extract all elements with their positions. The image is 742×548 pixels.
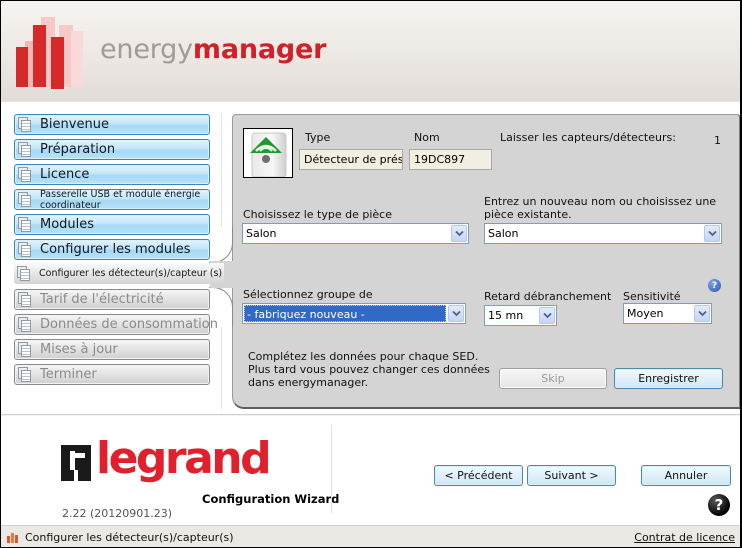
delay-value: 15 mn <box>488 309 524 322</box>
document-stack-icon <box>18 291 32 308</box>
sidebar-step-label: Passerelle USB et module énergie coordin… <box>40 188 201 211</box>
panel-tab-curve <box>209 227 233 263</box>
document-stack-icon <box>18 341 32 358</box>
sensitivity-label: Sensitivité <box>623 290 681 303</box>
save-button[interactable]: Enregistrer <box>614 368 723 389</box>
sidebar-step-label: Licence <box>40 167 90 182</box>
sidebar-step-label: Mises à jour <box>40 342 118 357</box>
type-field[interactable]: Détecteur de présen <box>299 149 403 170</box>
room-type-value: Salon <box>246 227 277 240</box>
sidebar-step-label: Configurer les modules <box>40 242 191 257</box>
next-button[interactable]: Suivant > <box>527 465 616 486</box>
sidebar-step-5[interactable]: Modules <box>14 214 210 235</box>
cancel-button[interactable]: Annuler <box>641 465 731 486</box>
sidebar-step-label: Tarif de l'électricité <box>40 292 164 307</box>
document-stack-icon <box>18 316 32 333</box>
room-name-value: Salon <box>488 227 519 240</box>
app-header: energymanager <box>1 1 740 101</box>
sidebar-step-label: Préparation <box>40 142 116 157</box>
help-icon[interactable]: ? <box>708 279 721 292</box>
sidebar-step-11[interactable]: Terminer <box>14 364 210 385</box>
room-name-combobox[interactable]: Salon <box>484 223 722 244</box>
sidebar-step-label: Terminer <box>40 367 97 382</box>
sensitivity-value: Moyen <box>627 307 664 320</box>
header-separator <box>1 101 740 111</box>
status-bar: Configurer les détecteur(s)/capteur(s) C… <box>1 525 740 547</box>
info-text-line1: Complétez les données pour chaque SED. <box>248 350 479 363</box>
document-stack-icon <box>18 216 32 233</box>
energymanager-small-icon <box>7 533 18 543</box>
sidebar-step-3[interactable]: Licence <box>14 164 210 185</box>
chevron-down-icon[interactable] <box>539 307 555 324</box>
chevron-down-icon[interactable] <box>451 225 467 242</box>
sidebar-step-7[interactable]: Configurer les détecteur(s)/capteur (s) <box>14 263 224 284</box>
document-stack-icon <box>18 241 32 258</box>
type-label: Type <box>305 131 331 144</box>
version-text: 2.22 (20120901.23) <box>62 507 173 520</box>
room-name-label: Entrez un nouveau nom ou choisissez une … <box>484 195 717 221</box>
document-stack-icon <box>18 141 32 158</box>
skip-button[interactable]: Skip <box>499 368 607 389</box>
brand-name-light: energy <box>100 34 193 65</box>
legrand-mark-icon <box>61 445 91 481</box>
footer-separator <box>1 414 740 416</box>
document-stack-icon <box>18 366 32 383</box>
room-type-label: Choisissez le type de pièce <box>243 208 392 221</box>
sidebar-step-label: Bienvenue <box>40 117 109 132</box>
chevron-down-icon[interactable] <box>448 305 464 322</box>
room-type-select[interactable]: Salon <box>242 223 469 244</box>
document-stack-icon <box>18 166 32 183</box>
sidebar-step-4[interactable]: Passerelle USB et module énergie coordin… <box>14 188 210 211</box>
wizard-title: Configuration Wizard <box>202 492 340 506</box>
brand-name-bold: manager <box>192 34 327 65</box>
status-text: Configurer les détecteur(s)/capteur(s) <box>25 531 234 544</box>
sidebar-step-2[interactable]: Préparation <box>14 139 210 160</box>
sensitivity-select[interactable]: Moyen <box>623 303 712 324</box>
sidebar-step-9[interactable]: Données de consommation <box>14 314 218 335</box>
remaining-detectors-count: 1 <box>714 134 721 147</box>
chevron-down-icon[interactable] <box>694 305 710 322</box>
sidebar-step-6[interactable]: Configurer les modules <box>14 239 210 260</box>
delay-label: Retard débranchement <box>484 290 612 303</box>
footer-divider <box>331 425 332 513</box>
name-label: Nom <box>414 131 440 144</box>
remaining-detectors-label: Laisser les capteurs/détecteurs: <box>500 131 676 144</box>
document-stack-icon <box>18 116 32 133</box>
energymanager-logo-icon <box>16 17 83 89</box>
info-text-line2: Plus tard vous pouvez changer ces donnée… <box>248 363 490 389</box>
sidebar-step-8[interactable]: Tarif de l'électricité <box>14 289 210 310</box>
sidebar-step-label: Modules <box>40 217 95 232</box>
wizard-window: energymanager Bienvenue Préparation Licenc… <box>0 0 742 548</box>
group-value: - fabriquez nouveau - <box>244 305 446 322</box>
sidebar-step-label: Configurer les détecteur(s)/capteur (s) <box>39 268 223 279</box>
document-stack-icon <box>18 191 32 208</box>
previous-button[interactable]: < Précédent <box>434 465 523 486</box>
chevron-down-icon[interactable] <box>704 225 720 242</box>
help-icon[interactable]: ? <box>708 494 730 516</box>
sidebar-step-10[interactable]: Mises à jour <box>14 339 210 360</box>
name-field[interactable]: 19DC897 <box>409 149 492 170</box>
brand-name: energymanager <box>100 34 326 65</box>
license-agreement-link[interactable]: Contrat de licence <box>634 531 735 544</box>
legrand-wordmark: legrand <box>96 433 272 484</box>
document-stack-icon <box>17 265 31 282</box>
delay-select[interactable]: 15 mn <box>484 305 557 326</box>
sidebar-step-1[interactable]: Bienvenue <box>14 114 210 135</box>
presence-detector-icon <box>243 128 293 178</box>
group-label: Sélectionnez groupe de <box>243 288 373 301</box>
group-select[interactable]: - fabriquez nouveau - <box>242 303 466 324</box>
sidebar-step-label: Données de consommation <box>40 317 218 332</box>
legrand-logo: legrand <box>61 433 272 491</box>
